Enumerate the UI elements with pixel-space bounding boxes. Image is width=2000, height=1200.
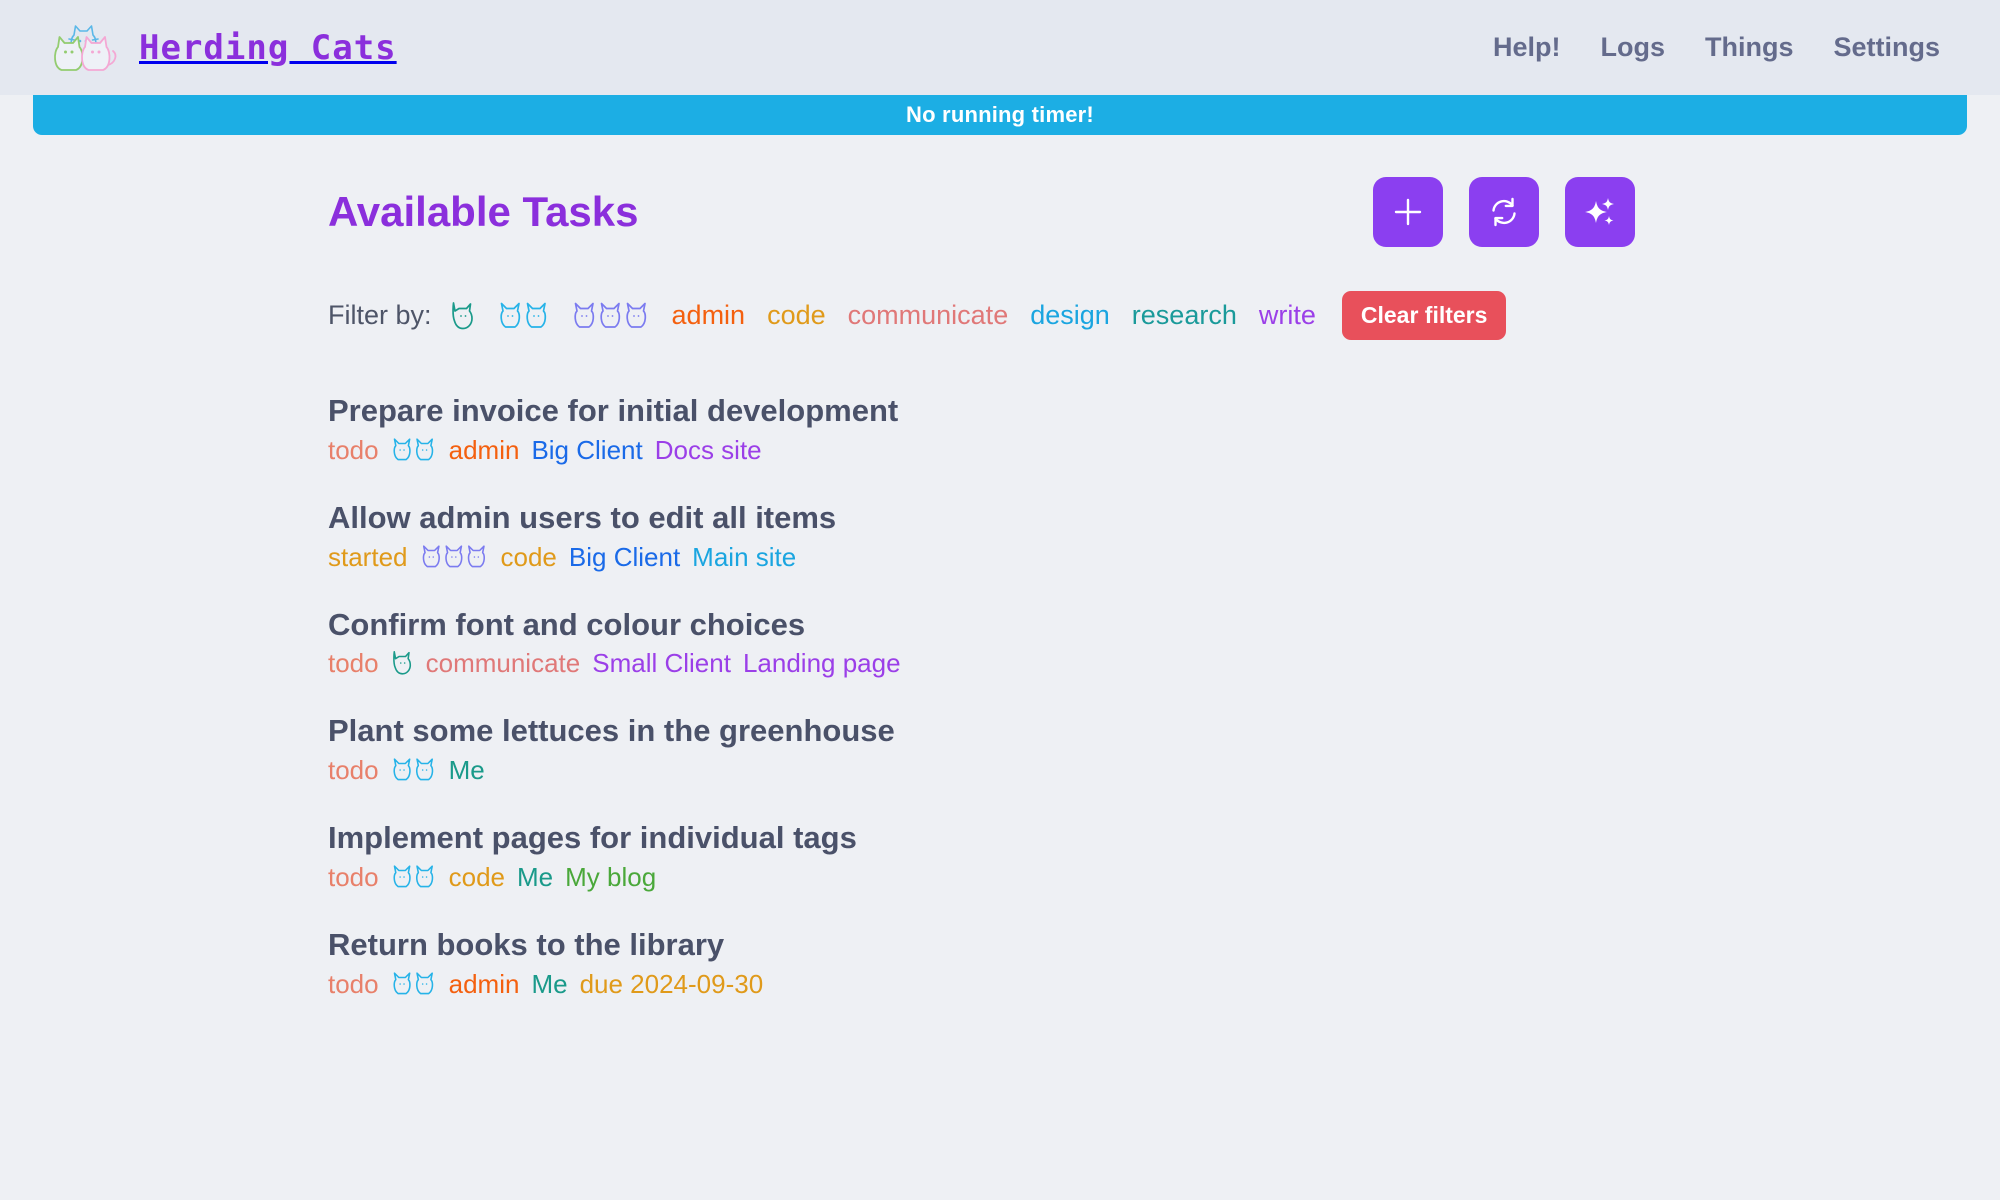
timer-status-text: No running timer! xyxy=(906,102,1094,127)
task-client[interactable]: Me xyxy=(449,757,485,783)
filter-tag-research[interactable]: research xyxy=(1132,300,1237,331)
task-priority-cats-icon[interactable] xyxy=(391,650,414,676)
filter-label: Filter by: xyxy=(328,300,432,330)
task-priority-cats-icon[interactable] xyxy=(420,544,489,570)
add-task-button[interactable] xyxy=(1373,177,1443,247)
task-priority-cats-icon[interactable] xyxy=(391,864,437,890)
task-status[interactable]: todo xyxy=(328,864,379,890)
task-item: Prepare invoice for initial development … xyxy=(328,392,1940,463)
task-project[interactable]: Landing page xyxy=(743,650,901,676)
three-cats-logo-icon xyxy=(45,19,123,77)
filter-bar: Filter by: admin code communicate design… xyxy=(328,291,1940,340)
task-client[interactable]: Big Client xyxy=(531,437,642,463)
timer-banner[interactable]: No running timer! xyxy=(33,95,1967,135)
task-priority-cats-icon[interactable] xyxy=(391,437,437,463)
app-header: Herding Cats Help! Logs Things Settings xyxy=(0,0,2000,95)
plus-icon xyxy=(1391,195,1425,229)
filter-priority-1-cats[interactable] xyxy=(450,301,476,331)
task-meta: todo communicate Small Client Landing pa… xyxy=(328,650,1940,676)
task-status[interactable]: todo xyxy=(328,757,379,783)
task-status[interactable]: todo xyxy=(328,971,379,997)
task-priority-cats-icon[interactable] xyxy=(391,971,437,997)
action-button-group xyxy=(1373,177,1635,247)
task-status[interactable]: todo xyxy=(328,437,379,463)
task-item: Allow admin users to edit all items star… xyxy=(328,499,1940,570)
task-client[interactable]: Small Client xyxy=(592,650,731,676)
task-title[interactable]: Prepare invoice for initial development xyxy=(328,392,898,431)
task-tag[interactable]: admin xyxy=(449,437,520,463)
task-status[interactable]: todo xyxy=(328,650,379,676)
main-nav: Help! Logs Things Settings xyxy=(1493,32,1940,63)
filter-tag-design[interactable]: design xyxy=(1030,300,1110,331)
task-client[interactable]: Me xyxy=(531,971,567,997)
refresh-icon xyxy=(1487,195,1521,229)
task-title[interactable]: Return books to the library xyxy=(328,926,724,965)
task-item: Implement pages for individual tags todo… xyxy=(328,819,1940,890)
task-title[interactable]: Confirm font and colour choices xyxy=(328,606,805,645)
refresh-button[interactable] xyxy=(1469,177,1539,247)
task-client[interactable]: Me xyxy=(517,864,553,890)
brand-home-link[interactable]: Herding Cats xyxy=(45,19,397,77)
task-tag[interactable]: communicate xyxy=(426,650,581,676)
task-title[interactable]: Plant some lettuces in the greenhouse xyxy=(328,712,895,751)
sparkles-icon xyxy=(1583,195,1617,229)
task-title[interactable]: Allow admin users to edit all items xyxy=(328,499,836,538)
filter-tag-write[interactable]: write xyxy=(1259,300,1316,331)
task-meta: todo admin Me due 2024-09-30 xyxy=(328,971,1940,997)
main-content: Available Tasks Filter by: admin code co… xyxy=(0,135,2000,997)
task-priority-cats-icon[interactable] xyxy=(391,757,437,783)
filter-priority-2-cats[interactable] xyxy=(498,301,550,331)
magic-button[interactable] xyxy=(1565,177,1635,247)
task-project[interactable]: Main site xyxy=(692,544,796,570)
filter-priority-3-cats[interactable] xyxy=(572,301,650,331)
task-meta: todo admin Big Client Docs site xyxy=(328,437,1940,463)
task-project[interactable]: Docs site xyxy=(655,437,762,463)
task-meta: started code Big Client Main site xyxy=(328,544,1940,570)
nav-item-settings[interactable]: Settings xyxy=(1833,32,1940,63)
nav-item-help[interactable]: Help! xyxy=(1493,32,1561,63)
task-item: Plant some lettuces in the greenhouse to… xyxy=(328,712,1940,783)
brand-title: Herding Cats xyxy=(139,27,397,68)
task-status[interactable]: started xyxy=(328,544,408,570)
task-due-date: due 2024-09-30 xyxy=(579,968,764,999)
filter-tag-admin[interactable]: admin xyxy=(672,300,746,331)
task-tag[interactable]: admin xyxy=(449,971,520,997)
page-title-row: Available Tasks xyxy=(328,135,1940,247)
filter-tag-code[interactable]: code xyxy=(767,300,826,331)
clear-filters-button[interactable]: Clear filters xyxy=(1341,291,1507,340)
task-tag[interactable]: code xyxy=(449,864,505,890)
task-item: Return books to the library todo admin M… xyxy=(328,926,1940,997)
task-item: Confirm font and colour choices todo com… xyxy=(328,606,1940,677)
task-client[interactable]: Big Client xyxy=(569,544,680,570)
page-title: Available Tasks xyxy=(328,188,639,235)
task-meta: todo code Me My blog xyxy=(328,864,1940,890)
task-list: Prepare invoice for initial development … xyxy=(328,392,1940,997)
task-project[interactable]: My blog xyxy=(565,864,656,890)
nav-item-things[interactable]: Things xyxy=(1705,32,1794,63)
task-meta: todo Me xyxy=(328,757,1940,783)
filter-tag-communicate[interactable]: communicate xyxy=(848,300,1009,331)
task-title[interactable]: Implement pages for individual tags xyxy=(328,819,857,858)
task-tag[interactable]: code xyxy=(501,544,557,570)
nav-item-logs[interactable]: Logs xyxy=(1600,32,1665,63)
